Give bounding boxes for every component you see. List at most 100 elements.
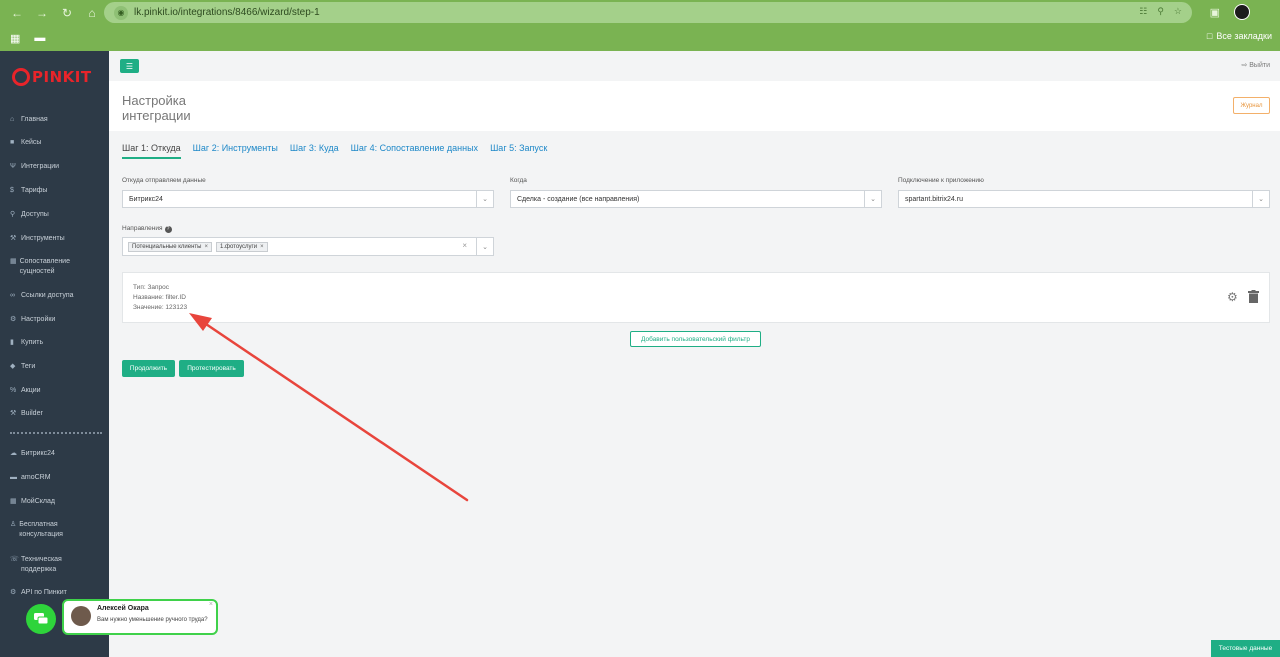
- logo-mark-icon: [12, 68, 30, 86]
- sidebar-item-tech-support[interactable]: ☏ Техническая поддержка: [10, 555, 80, 575]
- clear-icon[interactable]: ×: [462, 241, 467, 250]
- sidebar-item-buy[interactable]: ▮ Купить: [10, 338, 43, 348]
- filter-card: Тип: Запрос Название: filter.ID Значение…: [122, 272, 1270, 323]
- sidebar-item-amocrm[interactable]: ▬ amoCRM: [10, 473, 51, 483]
- reload-icon[interactable]: ↻: [58, 4, 76, 22]
- when-label: Когда: [510, 177, 527, 184]
- add-custom-filter-button[interactable]: Добавить пользовательский фильтр: [630, 331, 761, 347]
- sidebar-item-cases[interactable]: ■ Кейсы: [10, 138, 41, 148]
- bookmark-favicon-icon[interactable]: ▬: [34, 32, 45, 44]
- chevron-down-icon[interactable]: ⌄: [864, 191, 881, 207]
- hamburger-icon: ☰: [125, 61, 134, 71]
- filter-details: Тип: Запрос Название: filter.ID Значение…: [133, 283, 187, 313]
- address-bar[interactable]: ◉ lk.pinkit.io/integrations/8466/wizard/…: [104, 2, 1192, 23]
- sidebar-item-label: Бесплатная консультация: [19, 521, 63, 538]
- logout-icon: ⇨: [1241, 62, 1248, 69]
- sidebar-item-tags[interactable]: ◆ Теги: [10, 362, 35, 372]
- chevron-down-icon[interactable]: ⌄: [476, 238, 493, 255]
- logo[interactable]: PINKIT: [0, 51, 109, 103]
- filter-value: Значение: 123123: [133, 304, 188, 311]
- star-icon[interactable]: ☆: [1174, 6, 1182, 17]
- home-icon[interactable]: ⌂: [83, 4, 101, 22]
- direction-tag: Потенциальные клиенты ×: [128, 241, 213, 252]
- directions-multiselect[interactable]: Потенциальные клиенты × 1.фотоуслуги × × ⌄: [122, 237, 494, 256]
- sidebar-item-access-links[interactable]: ∞ Ссылки доступа: [10, 291, 74, 301]
- sidebar-divider: [10, 432, 102, 434]
- sidebar-item-label: Битрикс24: [21, 450, 55, 457]
- sidebar-item-settings[interactable]: ⚙ Настройки: [10, 315, 55, 325]
- plug-icon: Ψ: [10, 163, 16, 170]
- bookmarks-bar: ▦ ▬ □ Все закладки: [0, 25, 1280, 51]
- when-select[interactable]: Сделка - создание (все направления) ⌄: [510, 190, 882, 208]
- sidebar-item-label: МойСклад: [21, 498, 55, 505]
- tab-step-2[interactable]: Шаг 2: Инструменты: [193, 143, 278, 159]
- folder-icon: □: [1206, 31, 1213, 41]
- chat-launcher-button[interactable]: [26, 604, 56, 634]
- sidebar-item-label: Техническая поддержка: [21, 556, 62, 573]
- logo-text: PINKIT: [32, 68, 92, 86]
- sidebar-item-bitrix24[interactable]: ☁ Битрикс24: [10, 449, 55, 459]
- dollar-icon: $: [10, 187, 14, 194]
- sidebar-item-promotions[interactable]: % Акции: [10, 386, 41, 396]
- source-select[interactable]: Битрикс24 ⌄: [122, 190, 494, 208]
- connection-select[interactable]: spartant.bitrix24.ru ⌄: [898, 190, 1270, 208]
- translate-icon[interactable]: ☷: [1139, 6, 1147, 17]
- key-icon: ⚲: [10, 211, 16, 218]
- api-icon: ⚙: [10, 589, 17, 596]
- tab-step-3[interactable]: Шаг 3: Куда: [290, 143, 339, 159]
- all-bookmarks[interactable]: □ Все закладки: [1207, 31, 1272, 41]
- test-button[interactable]: Протестировать: [179, 360, 244, 377]
- sidebar-item-label: Теги: [21, 363, 36, 370]
- all-bookmarks-label: Все закладки: [1216, 31, 1272, 41]
- browser-actions: ▣: [1210, 4, 1250, 20]
- continue-button[interactable]: Продолжить: [122, 360, 175, 377]
- help-icon[interactable]: ?: [164, 226, 172, 233]
- extensions-icon[interactable]: ▣: [1210, 6, 1220, 19]
- address-bar-actions: ☷ ⚲ ☆: [1139, 6, 1182, 17]
- sidebar-item-moysklad[interactable]: ▦ МойСклад: [10, 497, 55, 507]
- gear-icon[interactable]: ⚙: [1227, 291, 1239, 303]
- link-icon: ∞: [10, 292, 15, 299]
- trash-icon[interactable]: [1248, 290, 1259, 303]
- remove-tag-icon[interactable]: ×: [260, 244, 264, 250]
- chevron-down-icon[interactable]: ⌄: [1252, 191, 1269, 207]
- apps-grid-icon[interactable]: ▦: [10, 32, 20, 45]
- filter-type: Тип: Запрос: [133, 284, 169, 291]
- sidebar-item-access[interactable]: ⚲ Доступы: [10, 210, 49, 220]
- sidebar-item-home[interactable]: ⌂ Главная: [10, 115, 48, 125]
- sidebar-item-label: API по Пинкит: [21, 589, 67, 596]
- page-header: Настройка интеграции Журнал: [109, 81, 1280, 131]
- remove-tag-icon[interactable]: ×: [205, 244, 209, 250]
- sidebar-item-builder[interactable]: ⚒ Builder: [10, 409, 43, 419]
- settings-icon: ⚙: [10, 316, 17, 323]
- site-info-icon[interactable]: ◉: [114, 5, 128, 20]
- sidebar-item-entity-mapping[interactable]: ▦ Сопоставление сущностей: [10, 257, 90, 277]
- zoom-icon[interactable]: ⚲: [1157, 6, 1164, 17]
- close-icon[interactable]: ×: [209, 601, 213, 608]
- sidebar-item-label: Интеграции: [21, 163, 60, 170]
- chat-icon: [34, 613, 48, 625]
- back-icon[interactable]: ←: [8, 4, 26, 22]
- tab-step-1[interactable]: Шаг 1: Откуда: [122, 143, 181, 159]
- sidebar-item-integrations[interactable]: Ψ Интеграции: [10, 162, 59, 172]
- sidebar-item-free-consultation[interactable]: ♙ Бесплатная консультация: [10, 520, 80, 540]
- logout-label: Выйти: [1249, 62, 1270, 69]
- wrench-icon: ⚒: [10, 235, 17, 242]
- cloud-icon: ☁: [10, 450, 17, 457]
- sidebar-item-tools[interactable]: ⚒ Инструменты: [10, 234, 65, 244]
- test-data-button[interactable]: Тестовые данные: [1211, 640, 1280, 657]
- profile-avatar[interactable]: [1234, 4, 1250, 20]
- sidebar-item-api[interactable]: ⚙ API по Пинкит: [10, 588, 67, 598]
- logout-link[interactable]: ⇨ Выйти: [1241, 61, 1270, 69]
- sidebar-item-label: Доступы: [21, 211, 49, 218]
- tab-step-4[interactable]: Шаг 4: Сопоставление данных: [351, 143, 478, 159]
- chat-message-bubble[interactable]: Алексей Окара Вам нужно уменьшение ручно…: [62, 599, 218, 635]
- journal-button[interactable]: Журнал: [1233, 97, 1270, 114]
- tag-label: 1.фотоуслуги: [220, 243, 258, 250]
- menu-toggle-button[interactable]: ☰: [120, 59, 139, 73]
- tab-step-5[interactable]: Шаг 5: Запуск: [490, 143, 547, 159]
- sidebar-item-tariffs[interactable]: $ Тарифы: [10, 186, 47, 196]
- chevron-down-icon[interactable]: ⌄: [476, 191, 493, 207]
- wizard-steps: Шаг 1: Откуда Шаг 2: Инструменты Шаг 3: …: [122, 143, 547, 159]
- forward-icon[interactable]: →: [33, 4, 51, 22]
